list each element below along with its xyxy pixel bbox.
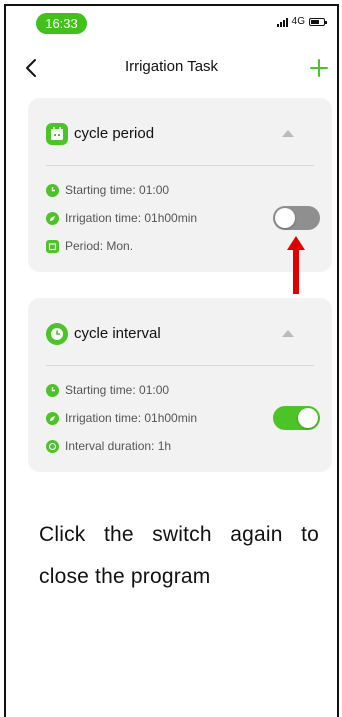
battery-icon (309, 17, 327, 26)
plus-icon (310, 59, 328, 77)
info-row-start-time: Starting time: 01:00 (46, 382, 169, 398)
info-row-interval-duration: Interval duration: 1h (46, 438, 171, 454)
red-arrow-up-icon (287, 236, 305, 294)
task-card-cycle-interval: cycle interval Starting time: 01:00 Irri… (28, 298, 332, 472)
status-bar: 16:33 4G (6, 6, 337, 40)
phone-frame: 16:33 4G Irrigation Task cycle period St… (4, 4, 339, 717)
info-row-irrigation-time: Irrigation time: 01h00min (46, 210, 197, 226)
collapse-icon[interactable] (282, 130, 294, 137)
row-text: Period: Mon. (65, 239, 134, 253)
card-title: cycle interval (74, 325, 161, 342)
row-text: Irrigation time: 01h00min (65, 411, 198, 425)
instruction-text: Click the switch again to close the prog… (39, 523, 319, 588)
calendar-icon (46, 239, 59, 253)
row-text: Starting time: 01:00 (65, 383, 170, 397)
status-time: 16:33 (36, 13, 87, 34)
row-text: Interval duration: 1h (65, 439, 172, 453)
toggle-knob (275, 208, 295, 228)
timer-icon (46, 439, 59, 453)
page-title: Irrigation Task (124, 58, 219, 75)
network-label: 4G (291, 16, 305, 27)
water-drop-icon (46, 211, 59, 225)
card-header[interactable]: cycle period (28, 98, 332, 166)
program-toggle-switch[interactable] (273, 406, 320, 430)
clock-icon (46, 323, 68, 345)
program-toggle-switch[interactable] (273, 206, 320, 230)
info-row-irrigation-time: Irrigation time: 01h00min (46, 410, 197, 426)
add-task-button[interactable] (307, 56, 331, 80)
collapse-icon[interactable] (282, 330, 294, 337)
card-title: cycle period (74, 125, 155, 142)
water-drop-icon (46, 411, 59, 425)
row-text: Starting time: 01:00 (65, 183, 170, 197)
toggle-knob (298, 408, 318, 428)
calendar-icon (46, 123, 68, 145)
clock-icon (46, 183, 59, 197)
row-text: Irrigation time: 01h00min (65, 211, 198, 225)
status-indicators: 4G (276, 16, 327, 27)
card-header[interactable]: cycle interval (28, 298, 332, 366)
signal-icon (276, 17, 288, 27)
nav-bar: Irrigation Task (6, 48, 337, 88)
divider (46, 365, 314, 366)
info-row-start-time: Starting time: 01:00 (46, 182, 169, 198)
divider (46, 165, 314, 166)
clock-icon (46, 383, 59, 397)
info-row-period: Period: Mon. (46, 238, 133, 254)
